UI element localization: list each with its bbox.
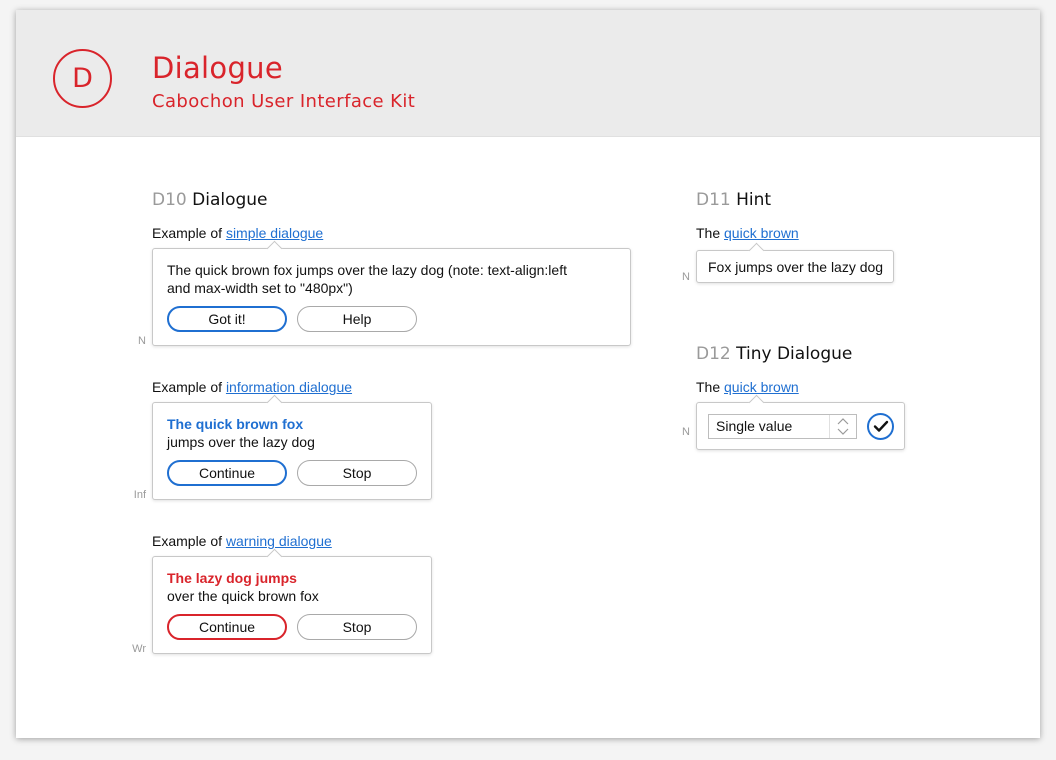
variant-tag: N [138, 335, 146, 347]
section-code: D12 [696, 344, 731, 364]
stop-button[interactable]: Stop [297, 614, 417, 640]
section-code: D11 [696, 190, 731, 210]
dialogue-notch [266, 240, 283, 257]
help-button[interactable]: Help [297, 306, 417, 332]
page-subtitle: Cabochon User Interface Kit [152, 91, 416, 112]
message-line-1: The quick brown fox jumps over the lazy … [167, 262, 567, 278]
hint-text: Fox jumps over the lazy dog [708, 259, 884, 275]
dialogue-notch [266, 548, 283, 565]
dialogue-message: The lazy dog jumps over the quick brown … [167, 569, 319, 605]
hint-notch [748, 242, 765, 259]
logo: D [53, 49, 112, 108]
chevron-up-down-icon[interactable] [829, 415, 856, 438]
value-select[interactable]: Single value [708, 414, 857, 439]
dialogue-message: The quick brown fox jumps over the lazy … [167, 261, 567, 297]
hint-popup: Fox jumps over the lazy dog [696, 242, 894, 283]
label-prefix: Example of [152, 533, 223, 549]
dialogue-notch [748, 394, 765, 411]
dialogue-body: over the quick brown fox [167, 588, 319, 604]
confirm-button[interactable] [867, 413, 894, 440]
dialogue-message: The quick brown fox jumps over the lazy … [167, 415, 315, 451]
section-title-d10: D10 Dialogue [152, 190, 268, 210]
dialogue-heading: The lazy dog jumps [167, 570, 297, 586]
page-title: Dialogue [152, 51, 283, 85]
dialogue-notch [266, 394, 283, 411]
label-prefix: Example of [152, 379, 223, 395]
tiny-dialogue-link[interactable]: quick brown [724, 379, 799, 395]
page-header: D Dialogue Cabochon User Interface Kit [16, 10, 1040, 137]
variant-tag: N [682, 271, 690, 283]
dialogue-heading: The quick brown fox [167, 416, 304, 432]
information-dialogue-label: Example of information dialogue [152, 379, 352, 395]
section-code: D10 [152, 190, 187, 210]
information-dialogue-link[interactable]: information dialogue [226, 379, 352, 395]
tiny-dialogue-label: The quick brown [696, 379, 799, 395]
sheet: D Dialogue Cabochon User Interface Kit D… [16, 10, 1040, 738]
checkmark-icon [873, 420, 889, 432]
information-dialogue: The quick brown fox jumps over the lazy … [152, 394, 432, 500]
simple-dialogue-link[interactable]: simple dialogue [226, 225, 323, 241]
section-title-d12: D12 Tiny Dialogue [696, 344, 852, 364]
label-prefix: The [696, 225, 721, 241]
label-prefix: The [696, 379, 721, 395]
simple-dialogue: The quick brown fox jumps over the lazy … [152, 240, 631, 346]
got-it-button[interactable]: Got it! [167, 306, 287, 332]
variant-tag: Wr [132, 643, 146, 655]
label-prefix: Example of [152, 225, 223, 241]
continue-button[interactable]: Continue [167, 614, 287, 640]
hint-link[interactable]: quick brown [724, 225, 799, 241]
continue-button[interactable]: Continue [167, 460, 287, 486]
tiny-dialogue: Single value [696, 394, 905, 450]
variant-tag: Inf [133, 489, 146, 501]
section-name: Hint [736, 190, 772, 210]
hint-label: The quick brown [696, 225, 799, 241]
section-title-d11: D11 Hint [696, 190, 771, 210]
dialogue-body: jumps over the lazy dog [167, 434, 315, 450]
select-value: Single value [716, 418, 793, 434]
warning-dialogue-label: Example of warning dialogue [152, 533, 332, 549]
section-name: Tiny Dialogue [736, 344, 853, 364]
warning-dialogue: The lazy dog jumps over the quick brown … [152, 548, 432, 654]
message-line-2: and max-width set to "480px") [167, 280, 353, 296]
stop-button[interactable]: Stop [297, 460, 417, 486]
section-name: Dialogue [192, 190, 268, 210]
variant-tag: N [682, 426, 690, 438]
simple-dialogue-label: Example of simple dialogue [152, 225, 323, 241]
warning-dialogue-link[interactable]: warning dialogue [226, 533, 332, 549]
